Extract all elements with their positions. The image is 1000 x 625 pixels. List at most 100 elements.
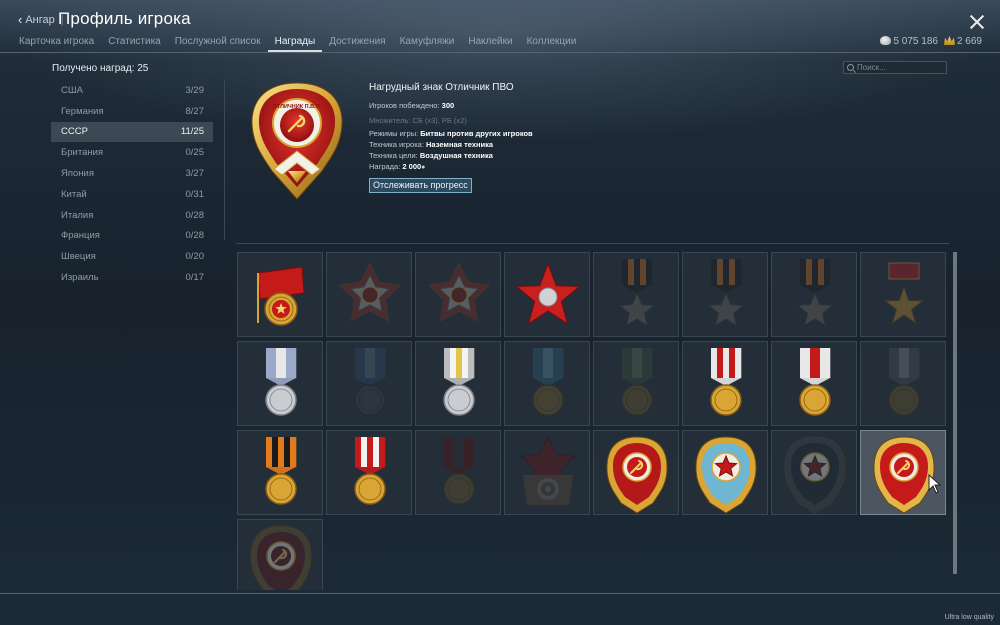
- award-cell-badge-pvo-dark[interactable]: [237, 519, 323, 590]
- award-badge-blue-wings-icon: [695, 436, 757, 514]
- award-badge-navy-icon: [784, 436, 846, 514]
- silver-lions-icon: [880, 36, 892, 45]
- close-icon[interactable]: [969, 14, 985, 30]
- award-medal-dark-blue-icon: [354, 348, 386, 416]
- sidebar-item-nation[interactable]: СССР 11/25: [51, 121, 213, 143]
- award-star-striped-icon: [618, 259, 656, 327]
- search-input[interactable]: [857, 63, 945, 72]
- sidebar-item-nation[interactable]: Германия 8/27: [51, 101, 213, 122]
- tab-5[interactable]: Камуфляжи: [393, 36, 462, 52]
- tab-4[interactable]: Достижения: [322, 36, 392, 52]
- golden-eagles-icon: [943, 36, 955, 45]
- nation-count: 0/20: [185, 251, 205, 263]
- footer-divider: [0, 593, 1000, 594]
- nation-name: Британия: [61, 147, 104, 159]
- award-medal-bronze-dark-icon: [443, 437, 475, 505]
- silver-balance: 5 075 186: [880, 36, 938, 47]
- award-cell-medal-silver-blue[interactable]: [237, 341, 323, 426]
- sidebar-item-nation[interactable]: США 3/29: [51, 80, 213, 101]
- award-medal-gold-redwhite2-icon: [354, 437, 386, 505]
- nation-name: Израиль: [61, 272, 99, 284]
- award-cell-star-striped[interactable]: [593, 252, 679, 337]
- award-cell-medal-bronze-dark[interactable]: [415, 430, 501, 515]
- tab-0[interactable]: Карточка игрока: [12, 36, 101, 52]
- award-medal-gold-orange-icon: [265, 437, 297, 505]
- sidebar-item-nation[interactable]: Швеция 0/20: [51, 246, 213, 267]
- sidebar-item-nation[interactable]: Британия 0/25: [51, 142, 213, 163]
- nation-name: Франция: [61, 230, 100, 242]
- tab-7[interactable]: Коллекции: [520, 36, 584, 52]
- award-cell-medal-gold-red[interactable]: [682, 341, 768, 426]
- tab-2[interactable]: Послужной список: [168, 36, 268, 52]
- back-button[interactable]: ‹ Ангар |: [18, 12, 64, 27]
- award-cell-medal-bronze-green[interactable]: [593, 341, 679, 426]
- award-cell-badge-navy[interactable]: [771, 430, 857, 515]
- chevron-left-icon: ‹: [18, 12, 23, 27]
- award-cell-medal-silver-grey[interactable]: [415, 341, 501, 426]
- nation-name: Китай: [61, 188, 87, 200]
- award-title: Нагрудный знак Отличник ПВО: [369, 82, 514, 93]
- award-cell-badge-blue-wings[interactable]: [682, 430, 768, 515]
- award-cell-badge-pvo[interactable]: [860, 430, 946, 515]
- nation-name: Япония: [61, 168, 94, 180]
- award-badge-pvo-dark-icon: [250, 525, 312, 590]
- award-cell-star-striped[interactable]: [771, 252, 857, 337]
- sidebar-item-nation[interactable]: Италия 0/28: [51, 205, 213, 226]
- search-box[interactable]: [843, 61, 947, 74]
- tab-1[interactable]: Статистика: [101, 36, 168, 52]
- award-medal-gold-red-icon: [710, 348, 742, 416]
- award-badge-target-icon: [520, 435, 576, 505]
- nation-name: США: [61, 84, 83, 96]
- mouse-cursor-icon: [928, 474, 942, 494]
- nation-count: 11/25: [180, 126, 204, 138]
- award-badge-red-gold-icon: [606, 436, 668, 514]
- award-war-order-icon: [338, 261, 402, 322]
- nation-name: Италия: [61, 209, 94, 221]
- nation-list: США 3/29 Германия 8/27 СССР 11/25 Британия 0/25…: [51, 80, 213, 288]
- award-cell-medal-gold-orange[interactable]: [237, 430, 323, 515]
- track-progress-button[interactable]: Отслеживать прогресс: [369, 178, 472, 193]
- award-medal-gold-redwhite-icon: [799, 348, 831, 416]
- award-cell-medal-gold-redwhite2[interactable]: [326, 430, 412, 515]
- award-cell-war-order[interactable]: [326, 252, 412, 337]
- award-medal-bronze-grey-icon: [888, 348, 920, 416]
- award-cell-medal-dark-blue[interactable]: [326, 341, 412, 426]
- award-cell-medal-gold-redwhite[interactable]: [771, 341, 857, 426]
- award-cell-hero-star[interactable]: [860, 252, 946, 337]
- award-cell-badge-target[interactable]: [504, 430, 590, 515]
- game-modes: Режимы игры: Битвы против других игроков: [369, 129, 533, 138]
- award-cell-war-order[interactable]: [415, 252, 501, 337]
- grid-divider: [236, 243, 949, 244]
- award-cell-red-star[interactable]: [504, 252, 590, 337]
- award-cell-medal-bronze-grey[interactable]: [860, 341, 946, 426]
- players-defeated: Игроков побеждено: 300: [369, 101, 455, 110]
- award-cell-star-striped[interactable]: [682, 252, 768, 337]
- nation-name: Швеция: [61, 251, 96, 263]
- nation-count: 0/28: [185, 209, 205, 221]
- target-vehicle: Техника цели: Воздушная техника: [369, 151, 493, 160]
- award-cell-badge-red-gold[interactable]: [593, 430, 679, 515]
- back-label: Ангар: [25, 13, 55, 26]
- award-cell-banner[interactable]: [237, 252, 323, 337]
- tab-bar: Карточка игрока Статистика Послужной списо…: [12, 36, 583, 52]
- nation-count: 0/25: [185, 147, 205, 159]
- tab-3[interactable]: Награды: [267, 36, 323, 52]
- nation-count: 0/31: [185, 188, 205, 200]
- award-cell-medal-bronze-blue[interactable]: [504, 341, 590, 426]
- scrollbar-thumb[interactable]: [953, 252, 957, 574]
- medal-inscription: ОТЛИЧНИК П.В.О.: [273, 104, 322, 110]
- tab-6[interactable]: Наклейки: [461, 36, 519, 52]
- award-medal-silver-blue-icon: [265, 348, 297, 416]
- sidebar-item-nation[interactable]: Япония 3/27: [51, 163, 213, 184]
- page-title: Профиль игрока: [58, 9, 191, 28]
- reward: Награда: 2 000●: [369, 162, 426, 171]
- sidebar-item-nation[interactable]: Израиль 0/17: [51, 267, 213, 288]
- nation-count: 3/29: [185, 84, 205, 96]
- player-vehicle: Техника игрока: Наземная техника: [369, 140, 494, 149]
- gold-balance: 2 669: [943, 36, 982, 47]
- silver-lions-icon: ●: [421, 164, 426, 171]
- sidebar-item-nation[interactable]: Китай 0/31: [51, 184, 213, 205]
- award-star-striped-icon: [796, 259, 834, 327]
- sidebar-item-nation[interactable]: Франция 0/28: [51, 226, 213, 247]
- currency-display: 5 075 186 2 669: [880, 36, 982, 47]
